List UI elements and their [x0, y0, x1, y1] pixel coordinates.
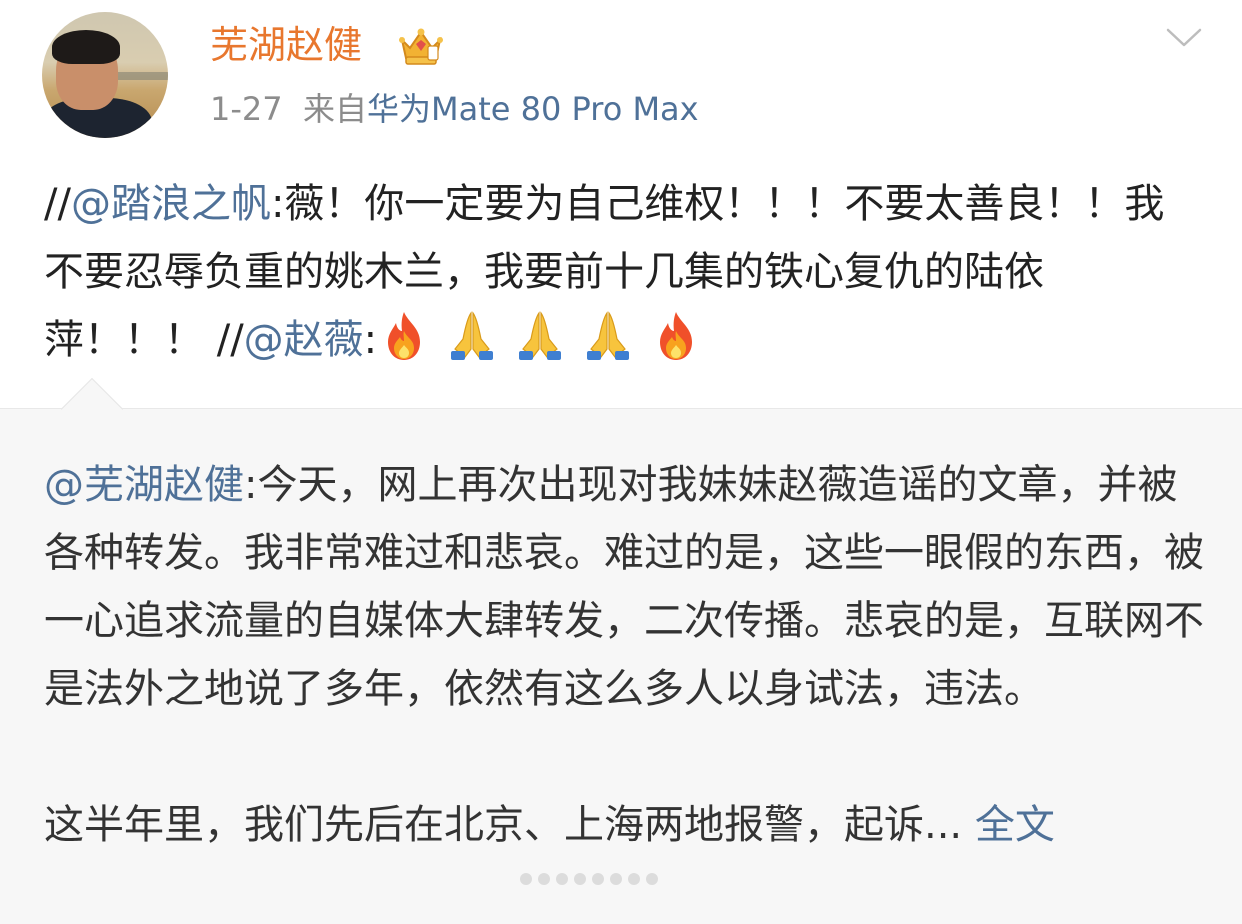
device-link[interactable]: 华为Mate 80 Pro Max: [367, 90, 699, 128]
chevron-down-icon[interactable]: [1164, 26, 1204, 50]
reposted-post[interactable]: @芜湖赵健:今天，网上再次出现对我妹妹赵薇造谣的文章，并被各种转发。我非常难过和…: [0, 377, 1242, 924]
fire-icon: [388, 312, 421, 360]
mention-link[interactable]: @踏浪之帆: [71, 181, 271, 227]
username[interactable]: 芜湖赵健: [210, 22, 362, 68]
post-time: 1-27: [210, 90, 283, 128]
pray-icon: [451, 311, 494, 360]
pray-icon: [519, 311, 562, 360]
post-text: :: [363, 317, 378, 363]
mention-link[interactable]: @芜湖赵健: [44, 462, 244, 508]
mention-link[interactable]: @赵薇: [244, 317, 364, 363]
pray-icon: [587, 311, 630, 360]
post-content: //@踏浪之帆:薇！你一定要为自己维权！！！不要太善良！！我不要忍辱负重的姚木兰…: [44, 170, 1204, 374]
post-meta: 1-27 来自华为Mate 80 Pro Max: [210, 88, 699, 130]
avatar[interactable]: [42, 12, 168, 138]
source-prefix: 来自: [302, 90, 367, 128]
repost-separator: //: [44, 181, 71, 227]
repost-body: 这半年里，我们先后在北京、上海两地报警，起诉...: [44, 802, 963, 848]
repost-separator: //: [216, 317, 244, 363]
full-text-link[interactable]: 全文: [975, 802, 1055, 848]
repost-paragraph: @芜湖赵健:今天，网上再次出现对我妹妹赵薇造谣的文章，并被各种转发。我非常难过和…: [44, 451, 1204, 723]
vip-crown-icon: [399, 28, 443, 65]
repost-pointer: [60, 377, 124, 441]
watermark-dots: [520, 849, 700, 909]
post-header: 芜湖赵健 1-27 来自华为Mate 80 Pro Max: [0, 0, 1242, 150]
fire-icon: [660, 312, 693, 360]
